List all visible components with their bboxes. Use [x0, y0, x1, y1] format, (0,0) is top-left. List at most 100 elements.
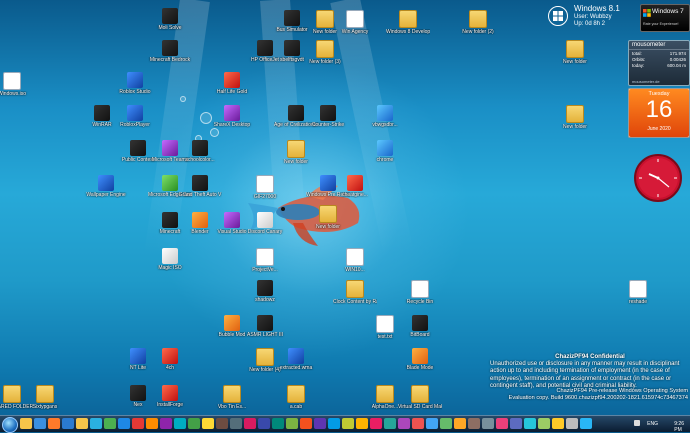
app-taskbar-icon[interactable]: [230, 418, 242, 429]
app-taskbar-icon[interactable]: [356, 418, 368, 429]
desktop-icon[interactable]: Blade Mode: [398, 348, 442, 371]
desktop-icon[interactable]: Windows 8 Developer: [386, 10, 430, 35]
desktop-icon[interactable]: Counter-Strike: [306, 105, 350, 128]
desktop-icon[interactable]: New folder: [553, 105, 597, 130]
desktop-icon[interactable]: RobloxPlayer: [113, 105, 157, 128]
desktop-icon[interactable]: New folder (2): [456, 10, 500, 35]
language-indicator[interactable]: ENG: [647, 421, 658, 427]
calendar-month-year: June 2020: [647, 126, 671, 132]
desktop-icon[interactable]: BitBoard: [398, 315, 442, 338]
desktop-icon[interactable]: Clock Content by Rainmeter: [333, 280, 377, 305]
desktop-icon[interactable]: schoolcolor...: [178, 140, 222, 163]
app-taskbar-icon[interactable]: [342, 418, 354, 429]
desktop-icon[interactable]: 4ch: [148, 348, 192, 371]
desktop-icon[interactable]: New folder: [553, 40, 597, 65]
desktop-icon[interactable]: Vbo Tin Es...: [210, 385, 254, 410]
desktop-icon[interactable]: New folder: [274, 140, 318, 165]
app-taskbar-icon[interactable]: [370, 418, 382, 429]
desktop-icon[interactable]: shadowz: [243, 280, 287, 303]
app-taskbar-icon[interactable]: [146, 418, 158, 429]
desktop-icon[interactable]: vbwgsdbr...: [363, 105, 407, 128]
desktop-icon-label: Half Life Gold: [216, 89, 248, 95]
app-taskbar-icon[interactable]: [244, 418, 256, 429]
windows-flag-icon: [643, 9, 651, 17]
desktop-icon[interactable]: cheatgine...: [333, 175, 377, 198]
app-taskbar-icon[interactable]: [510, 418, 522, 429]
desktop-icon[interactable]: New folder: [306, 205, 350, 230]
clock-time[interactable]: 9:26 PM: [674, 421, 684, 433]
edge-taskbar-icon[interactable]: [90, 418, 102, 429]
desktop-icon[interactable]: ProjectVe...: [243, 248, 287, 273]
app-taskbar-icon[interactable]: [300, 418, 312, 429]
store-taskbar-icon[interactable]: [118, 418, 130, 429]
desktop-icon[interactable]: WIN10...: [333, 248, 377, 273]
desktop-icon[interactable]: Wallpaper Engine: [84, 175, 128, 198]
app-taskbar-icon[interactable]: [258, 418, 270, 429]
media-taskbar-icon[interactable]: [62, 418, 74, 429]
app-taskbar-icon[interactable]: [440, 418, 452, 429]
chrome-taskbar-icon[interactable]: [104, 418, 116, 429]
app-icon: [94, 105, 110, 121]
app-taskbar-icon[interactable]: [174, 418, 186, 429]
app-taskbar-icon[interactable]: [384, 418, 396, 429]
app-taskbar-icon[interactable]: [188, 418, 200, 429]
desktop-icon[interactable]: InstallForge: [148, 385, 192, 408]
mousometer-gadget[interactable]: mousometer total: 171.974 Orbits: 0.00426 to…: [628, 40, 690, 86]
firefox-taskbar-icon[interactable]: [48, 418, 60, 429]
app-taskbar-icon[interactable]: [580, 418, 592, 429]
desktop-icon[interactable]: Virtual SD Card Maker: [398, 385, 442, 410]
app-taskbar-icon[interactable]: [216, 418, 228, 429]
app-taskbar-icon[interactable]: [524, 418, 536, 429]
app-taskbar-icon[interactable]: [160, 418, 172, 429]
app-taskbar-icon[interactable]: [398, 418, 410, 429]
desktop-icon[interactable]: extracted.wma: [274, 348, 318, 371]
ie-taskbar-icon[interactable]: [34, 418, 46, 429]
desktop-icon[interactable]: Discord Canary: [243, 212, 287, 235]
desktop-icon[interactable]: Half Life Gold: [210, 72, 254, 95]
desktop-icon[interactable]: ShareX Desktop: [210, 105, 254, 128]
desktop-icon[interactable]: reshade: [616, 280, 660, 305]
desktop-icon[interactable]: a.cab: [274, 385, 318, 410]
app-taskbar-icon[interactable]: [132, 418, 144, 429]
app-taskbar-icon[interactable]: [468, 418, 480, 429]
app-taskbar-icon[interactable]: [426, 418, 438, 429]
volume-icon[interactable]: [634, 420, 640, 426]
app-icon: [224, 72, 240, 88]
app-taskbar-icon[interactable]: [314, 418, 326, 429]
desktop-icon[interactable]: Sixtypgans: [23, 385, 67, 410]
app-taskbar-icon[interactable]: [566, 418, 578, 429]
app-taskbar-icon[interactable]: [454, 418, 466, 429]
windows-info-gadget[interactable]: Windows 8.1 User: Wubbzy Up: 0d 8h 2: [548, 2, 636, 32]
desktop-icon[interactable]: Windows.iso: [0, 72, 34, 97]
analog-clock-gadget[interactable]: [627, 152, 689, 204]
app-taskbar-icon[interactable]: [496, 418, 508, 429]
desktop-icon[interactable]: Roblox Studio: [113, 72, 157, 95]
calendar-gadget[interactable]: Tuesday 16 June 2020: [628, 88, 690, 138]
app-taskbar-icon[interactable]: [538, 418, 550, 429]
app-taskbar-icon[interactable]: [482, 418, 494, 429]
desktop-icon[interactable]: chrome: [363, 140, 407, 163]
explorer-taskbar-icon[interactable]: [20, 418, 32, 429]
desktop-icon[interactable]: Magic ISO: [148, 248, 192, 271]
desktop-icon[interactable]: New folder (3): [303, 40, 347, 65]
file-icon: [629, 280, 647, 298]
desktop-icon[interactable]: Minecraft Bedrock: [148, 40, 192, 63]
desktop-icon[interactable]: GIF27000: [243, 175, 287, 200]
desktop-icon-label: schoolcolor...: [185, 157, 215, 163]
app-taskbar-icon[interactable]: [328, 418, 340, 429]
desktop-icon[interactable]: Recycle Bin: [398, 280, 442, 305]
app-taskbar-icon[interactable]: [412, 418, 424, 429]
watermark-body: Unauthorized use or disclosure in any ma…: [490, 361, 680, 389]
app-icon: [257, 315, 273, 331]
desktop-icon[interactable]: Moli Solve: [148, 8, 192, 31]
app-taskbar-icon[interactable]: [286, 418, 298, 429]
app-taskbar-icon[interactable]: [202, 418, 214, 429]
desktop-icon[interactable]: Grand Theft Auto V: [178, 175, 222, 198]
desktop-icon[interactable]: Win Agency: [333, 10, 377, 35]
windows7-gadget[interactable]: Windows 7 Rate your Experience!: [640, 4, 690, 32]
desktop-icon[interactable]: ASMR LIGHT III: [243, 315, 287, 338]
folder-taskbar-icon[interactable]: [76, 418, 88, 429]
file-icon: [376, 315, 394, 333]
app-taskbar-icon[interactable]: [552, 418, 564, 429]
app-taskbar-icon[interactable]: [272, 418, 284, 429]
